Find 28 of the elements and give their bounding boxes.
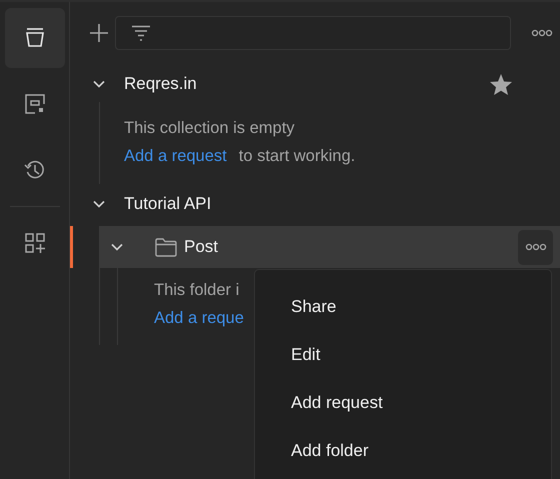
menu-item[interactable]: Share (255, 283, 551, 331)
star-icon[interactable] (490, 74, 512, 94)
collection-name[interactable]: Tutorial API (124, 194, 212, 214)
add-request-link[interactable]: Add a request (124, 142, 227, 170)
selection-marker (70, 226, 73, 268)
empty-message: This collection is empty (124, 118, 296, 139)
history-icon (24, 159, 46, 181)
trash-bin-icon (24, 27, 46, 49)
collection-name[interactable]: Reqres.in (124, 74, 197, 94)
add-button[interactable] (89, 23, 109, 43)
apps-grid-icon (24, 232, 46, 254)
filter-field[interactable] (115, 16, 511, 50)
more-icon (524, 243, 546, 251)
more-options-button[interactable] (518, 230, 553, 264)
add-request-link[interactable]: Add a reque (154, 304, 244, 332)
window-icon (24, 93, 46, 115)
menu-item[interactable]: Add folder (255, 427, 551, 475)
hint-text: to start working. (238, 146, 356, 167)
filter-icon (131, 25, 151, 41)
empty-message: This folder i (154, 280, 240, 301)
more-options-button[interactable] (531, 29, 553, 37)
more-icon (531, 29, 553, 37)
folder-name: Post (184, 237, 218, 257)
folder-icon (155, 238, 177, 256)
plus-icon (89, 23, 109, 43)
menu-item[interactable]: Edit (255, 331, 551, 379)
sidebar-tab[interactable] (4, 8, 64, 68)
menu-item[interactable]: Add request (255, 379, 551, 427)
